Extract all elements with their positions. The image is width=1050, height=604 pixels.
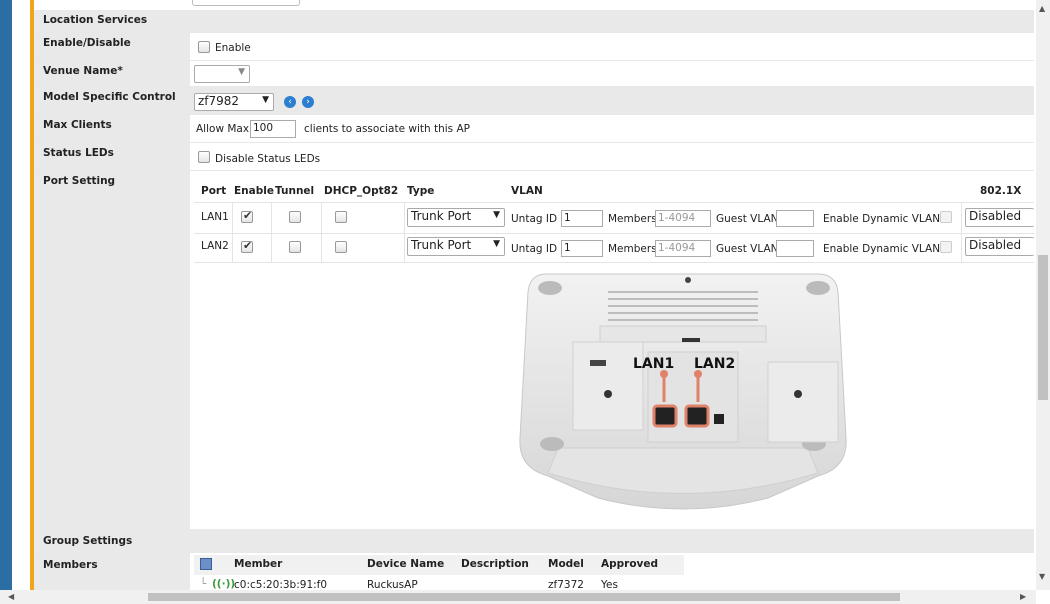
dot1x-select[interactable]: Disabled (965, 237, 1034, 256)
port-dhcp-checkbox[interactable] (335, 241, 347, 253)
dynamic-vlan-label: Enable Dynamic VLAN (823, 243, 941, 255)
section-title: Location Services (34, 10, 190, 32)
enable-disable-row: Enable/Disable Enable (34, 33, 1034, 61)
guest-vlan-input[interactable] (776, 240, 814, 257)
dynamic-vlan-label: Enable Dynamic VLAN (823, 213, 941, 225)
guest-vlan-label: Guest VLAN (716, 213, 779, 225)
member-approved: Yes (601, 579, 618, 590)
lan1-label: LAN1 (633, 356, 674, 372)
venue-name-row: Venue Name* ▼ (34, 61, 1034, 87)
disable-status-leds-label: Disable Status LEDs (215, 153, 321, 165)
col-tunnel: Tunnel (275, 185, 315, 197)
col-member: Member (234, 558, 283, 570)
lan2-label: LAN2 (694, 356, 735, 372)
col-802-1x: 802.1X (980, 185, 1022, 197)
members-input[interactable]: 1-4094 (655, 210, 711, 227)
previous-field-input[interactable] (192, 0, 300, 6)
port-tunnel-checkbox[interactable] (289, 241, 301, 253)
col-type: Type (407, 185, 435, 197)
dot1x-select[interactable]: Disabled (965, 208, 1034, 227)
max-clients-input[interactable]: 100 (250, 120, 296, 138)
max-clients-row: Max Clients Allow Max 100 clients to ass… (34, 115, 1034, 143)
collapse-icon[interactable]: ‹ (284, 96, 296, 108)
scroll-left-icon[interactable]: ◀ (8, 592, 14, 601)
group-settings-section: Group Settings (34, 529, 1034, 553)
port-enable-checkbox[interactable] (241, 209, 253, 223)
model-select-value: zf7982 (198, 94, 240, 108)
left-nav-bar (0, 0, 12, 590)
members-label: Members (34, 553, 190, 590)
port-dhcp-checkbox[interactable] (335, 211, 347, 223)
port-name: LAN1 (201, 211, 229, 223)
max-clients-label: Max Clients (34, 115, 190, 142)
chevron-down-icon: ▼ (493, 210, 500, 220)
members-label: Members (608, 213, 657, 225)
ap-settings-form: Location Services Enable/Disable Enable … (34, 0, 1034, 590)
col-dhcp: DHCP_Opt82 (324, 185, 399, 197)
port-name: LAN2 (201, 240, 229, 252)
chevron-down-icon: ▼ (238, 67, 245, 77)
members-row: Members Member Device Name Description M… (34, 553, 1034, 590)
col-approved: Approved (601, 558, 659, 570)
model-specific-control-row: Model Specific Control zf7982 ▼ ‹ › (34, 87, 1034, 115)
status-leds-row: Status LEDs Disable Status LEDs (34, 143, 1034, 171)
port-enable-checkbox[interactable] (241, 239, 253, 253)
scroll-right-icon[interactable]: ▶ (1020, 592, 1026, 601)
vertical-scroll-thumb[interactable] (1038, 255, 1048, 400)
guest-vlan-input[interactable] (776, 210, 814, 227)
dynamic-vlan-checkbox[interactable] (940, 211, 952, 223)
model-specific-label: Model Specific Control (34, 87, 190, 114)
col-device-name: Device Name (367, 558, 445, 570)
enable-checkbox-label: Enable (215, 42, 251, 54)
dynamic-vlan-checkbox[interactable] (940, 241, 952, 253)
access-point-port-diagram: LAN1 LAN2 (519, 273, 847, 510)
member-model: zf7372 (548, 579, 584, 590)
col-description: Description (461, 558, 529, 570)
port-tunnel-checkbox[interactable] (289, 211, 301, 223)
chevron-down-icon: ▼ (262, 95, 269, 105)
location-services-section: Location Services (34, 10, 1034, 33)
expand-icon[interactable]: › (302, 96, 314, 108)
guest-vlan-label: Guest VLAN (716, 243, 779, 255)
venue-name-select[interactable]: ▼ (194, 65, 250, 83)
horizontal-scroll-thumb[interactable] (148, 593, 900, 601)
disable-status-leds-checkbox[interactable] (198, 151, 210, 163)
scroll-down-icon[interactable]: ▼ (1039, 572, 1045, 581)
tree-connector: └ (200, 578, 207, 590)
member-mac: c0:c5:20:3b:91:f0 (234, 579, 328, 590)
member-device-name: RuckusAP (367, 579, 418, 590)
scroll-up-icon[interactable]: ▲ (1039, 4, 1045, 13)
untag-id-label: Untag ID (511, 213, 558, 225)
chevron-down-icon: ▼ (493, 239, 500, 249)
port-type-select[interactable]: Trunk Port ▼ (407, 237, 505, 256)
enable-checkbox[interactable] (198, 41, 210, 53)
col-enable: Enable (234, 185, 274, 197)
max-clients-suffix: clients to associate with this AP (304, 123, 470, 135)
ap-online-icon: ((·)) (212, 578, 236, 590)
max-clients-prefix: Allow Max (196, 123, 250, 135)
venue-name-label: Venue Name* (34, 61, 190, 86)
model-select[interactable]: zf7982 ▼ (194, 93, 274, 111)
members-label: Members (608, 243, 657, 255)
col-port: Port (201, 185, 227, 197)
horizontal-scrollbar[interactable]: ◀ ▶ (0, 590, 1036, 604)
status-leds-label: Status LEDs (34, 143, 190, 170)
col-model: Model (548, 558, 584, 570)
members-input[interactable]: 1-4094 (655, 240, 711, 257)
port-type-select[interactable]: Trunk Port ▼ (407, 208, 505, 227)
section-title: Group Settings (34, 529, 190, 552)
enable-disable-label: Enable/Disable (34, 33, 190, 60)
untag-id-input[interactable]: 1 (561, 240, 603, 257)
col-vlan: VLAN (511, 185, 543, 197)
group-icon (200, 558, 212, 570)
untag-id-label: Untag ID (511, 243, 558, 255)
port-setting-label: Port Setting (34, 171, 190, 529)
vertical-scrollbar[interactable]: ▲ ▼ (1036, 0, 1050, 590)
untag-id-input[interactable]: 1 (561, 210, 603, 227)
